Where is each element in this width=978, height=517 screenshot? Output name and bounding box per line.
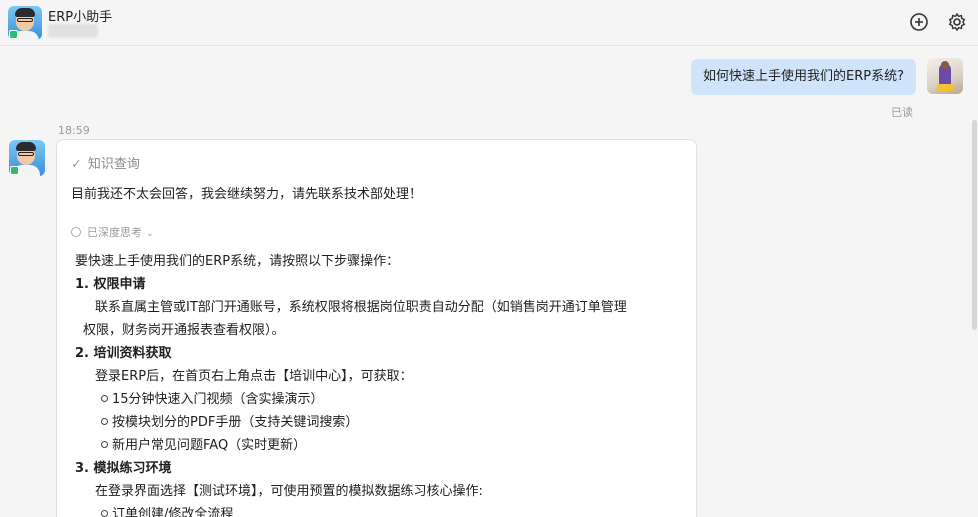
step-title: 1. 权限申请 <box>75 277 146 292</box>
bullet-icon <box>101 510 108 517</box>
thinking-icon <box>71 227 81 237</box>
user-avatar[interactable] <box>927 58 963 94</box>
step-body: 权限，财务岗开通报表查看权限）。 <box>83 323 285 338</box>
gear-icon[interactable] <box>946 12 968 34</box>
deep-thinking-toggle[interactable]: 已深度思考 ⌄ <box>71 224 154 240</box>
step-body: 在登录界面选择【测试环境】，可使用预置的模拟数据练习核心操作: <box>95 484 483 499</box>
step-title: 2. 培训资料获取 <box>75 346 172 361</box>
bullet-icon <box>101 441 108 448</box>
list-item: 新用户常见问题FAQ（实时更新） <box>75 434 685 457</box>
chat-header: ERP小助手 <box>0 0 978 46</box>
bullet-icon <box>101 395 108 402</box>
bot-message-avatar[interactable] <box>9 140 45 176</box>
bot-avatar[interactable] <box>8 6 42 40</box>
step-title: 3. 模拟练习环境 <box>75 461 172 476</box>
knowledge-query-status[interactable]: ✓ 知识查询 <box>71 153 140 172</box>
list-item: 15分钟快速入门视频（含实操演示） <box>75 388 685 411</box>
user-message-bubble[interactable]: 如何快速上手使用我们的ERP系统? <box>691 59 916 95</box>
step-body: 登录ERP后，在首页右上角点击【培训中心】，可获取： <box>95 369 413 384</box>
check-icon: ✓ <box>71 157 82 172</box>
bot-subtitle-blurred <box>48 24 98 38</box>
message-timestamp: 18:59 <box>58 124 90 137</box>
chat-scrollbar[interactable] <box>972 120 977 330</box>
list-item: 订单创建/修改全流程 <box>75 503 685 517</box>
chevron-down-icon: ⌄ <box>146 229 154 239</box>
step-body: 联系直属主管或IT部门开通账号，系统权限将根据岗位职责自动分配（如销售岗开通订单… <box>95 300 627 315</box>
bot-message-card: ✓ 知识查询 目前我还不太会回答，我会继续努力，请先联系技术部处理！ 已深度思考 ⌄… <box>56 139 697 517</box>
read-status: 已读 <box>891 106 913 119</box>
list-item: 按模块划分的PDF手册（支持关键词搜索） <box>75 411 685 434</box>
bot-answer-text: 目前我还不太会回答，我会继续努力，请先联系技术部处理！ <box>71 187 423 202</box>
thinking-content: 要快速上手使用我们的ERP系统，请按照以下步骤操作： 1. 权限申请 联系直属主… <box>75 250 685 517</box>
bullet-icon <box>101 418 108 425</box>
intro-text: 要快速上手使用我们的ERP系统，请按照以下步骤操作： <box>75 254 400 269</box>
bot-name: ERP小助手 <box>48 10 113 25</box>
plus-circle-icon[interactable] <box>908 12 930 34</box>
